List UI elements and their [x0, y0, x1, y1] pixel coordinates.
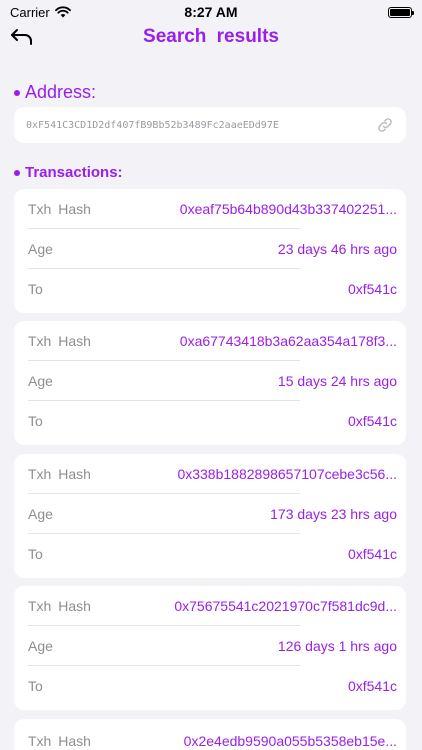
transaction-card[interactable]: Txh Hash 0xeaf75b64b890d43b337402251... A…: [14, 189, 406, 313]
status-left: Carrier: [10, 5, 71, 20]
hash-value[interactable]: 0x338b1882898657107cebe3c56...: [177, 466, 397, 482]
page-title: Search results: [143, 26, 279, 47]
hash-label: Txh Hash: [28, 733, 91, 749]
carrier-label: Carrier: [10, 4, 50, 20]
hash-label: Txh Hash: [28, 201, 91, 217]
bullet-icon: [14, 89, 20, 96]
age-label: Age: [28, 373, 53, 389]
age-label: Age: [28, 638, 53, 654]
hash-label: Txh Hash: [28, 333, 91, 349]
age-value: 15 days 24 hrs ago: [277, 373, 397, 389]
hash-value[interactable]: 0x75675541c2021970c7f581dc9d...: [174, 598, 397, 614]
to-label: To: [28, 678, 43, 694]
battery-icon: [388, 6, 414, 18]
bullet-icon: [14, 169, 20, 176]
age-value: 173 days 23 hrs ago: [270, 506, 397, 522]
transaction-card[interactable]: Txh Hash 0x338b1882898657107cebe3c56... A…: [14, 454, 406, 578]
to-label: To: [28, 281, 43, 297]
to-label: To: [28, 413, 43, 429]
hash-value[interactable]: 0x2e4edb9590a055b5358eb15e...: [184, 733, 397, 749]
transactions-label: Transactions:: [25, 164, 123, 181]
link-icon[interactable]: [376, 116, 394, 134]
address-label: Address:: [25, 82, 97, 102]
nav-bar: Search results: [0, 24, 422, 50]
hash-value[interactable]: 0xeaf75b64b890d43b337402251...: [180, 201, 397, 217]
address-field: 0xF541C3CD1D2df407fB9Bb52b3489Fc2aaeEDd9…: [14, 107, 406, 143]
transactions-section-label: Transactions:: [14, 164, 123, 181]
age-label: Age: [28, 241, 53, 257]
hash-label: Txh Hash: [28, 598, 91, 614]
wifi-icon: [54, 6, 71, 18]
back-arrow-icon[interactable]: [10, 26, 34, 48]
status-bar: Carrier 8:27 AM: [0, 0, 422, 24]
age-value: 126 days 1 hrs ago: [277, 638, 397, 654]
age-value: 23 days 46 hrs ago: [277, 241, 397, 257]
transaction-card[interactable]: Txh Hash 0xa67743418b3a62aa354a178f3... A…: [14, 321, 406, 445]
address-section-label: Address:: [14, 82, 96, 103]
to-value[interactable]: 0xf541c: [348, 281, 397, 297]
transaction-card[interactable]: Txh Hash 0x2e4edb9590a055b5358eb15e...: [14, 719, 406, 750]
to-value[interactable]: 0xf541c: [348, 413, 397, 429]
hash-label: Txh Hash: [28, 466, 91, 482]
hash-value[interactable]: 0xa67743418b3a62aa354a178f3...: [180, 333, 397, 349]
age-label: Age: [28, 506, 53, 522]
transaction-card[interactable]: Txh Hash 0x75675541c2021970c7f581dc9d... …: [14, 586, 406, 710]
to-value[interactable]: 0xf541c: [348, 546, 397, 562]
to-value[interactable]: 0xf541c: [348, 678, 397, 694]
to-label: To: [28, 546, 43, 562]
address-value[interactable]: 0xF541C3CD1D2df407fB9Bb52b3489Fc2aaeEDd9…: [26, 120, 279, 131]
